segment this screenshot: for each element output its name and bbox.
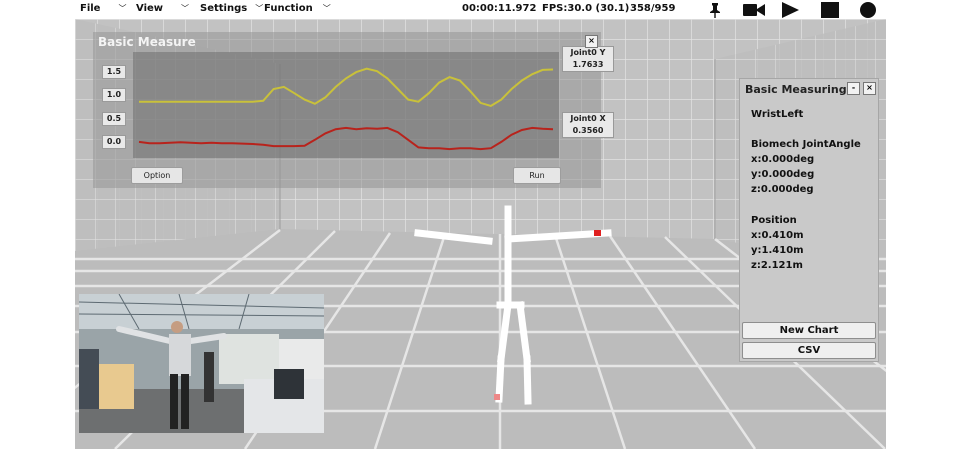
fps-readout: FPS:30.0 (30.1)	[542, 3, 630, 14]
close-icon[interactable]: ×	[863, 82, 876, 95]
frame-counter: 358/959	[630, 3, 676, 14]
series-value: 0.3560	[572, 126, 604, 135]
angle-header: Biomech JointAngle	[751, 139, 861, 150]
series-value: 1.7633	[572, 60, 604, 69]
stop-icon[interactable]	[820, 1, 840, 18]
chevron-down-icon: ﹀	[322, 4, 331, 13]
panel-title: Basic Measure	[98, 35, 196, 49]
angle-y: y:0.000deg	[751, 169, 815, 180]
menu-file[interactable]: File ﹀	[80, 3, 126, 14]
play-icon[interactable]	[780, 1, 800, 18]
position-y: y:1.410m	[751, 245, 804, 256]
series-label-joint0-y: Joint0 Y 1.7633	[562, 46, 614, 72]
angle-x: x:0.000deg	[751, 154, 815, 165]
series-name: Joint0 Y	[570, 48, 606, 57]
pin-icon[interactable]	[705, 1, 725, 18]
csv-button[interactable]: CSV	[742, 342, 876, 359]
menu-settings[interactable]: Settings ﹀	[200, 3, 263, 14]
camera-feed	[79, 294, 324, 433]
new-chart-button[interactable]: New Chart	[742, 322, 876, 339]
menu-function[interactable]: Function ﹀	[264, 3, 331, 14]
basic-measure-panel: Basic Measure 1.5 1.0 0.5 0.0 Joint0 Y 1…	[93, 32, 614, 188]
series-name: Joint0 X	[570, 114, 606, 123]
measuring-title: Basic Measuring	[745, 83, 847, 96]
video-camera-icon[interactable]	[742, 1, 766, 18]
close-icon[interactable]: ×	[585, 35, 598, 48]
menu-view[interactable]: View ﹀	[136, 3, 189, 14]
time-readout: 00:00:11.972	[462, 3, 537, 14]
series-label-joint0-x: Joint0 X 0.3560	[562, 112, 614, 138]
menu-function-label: Function	[264, 3, 313, 14]
chevron-down-icon: ﹀	[118, 4, 127, 13]
record-icon[interactable]	[858, 1, 878, 18]
menu-settings-label: Settings	[200, 3, 248, 14]
position-header: Position	[751, 215, 797, 226]
menu-view-label: View	[136, 3, 164, 14]
joint-name: WristLeft	[751, 109, 804, 120]
selected-joint-marker	[594, 230, 601, 236]
run-button[interactable]: Run	[513, 167, 561, 184]
position-z: z:2.121m	[751, 260, 803, 271]
y-tick-label: 1.5	[102, 65, 126, 79]
y-tick-label: 0.5	[102, 112, 126, 126]
chevron-down-icon: ﹀	[255, 4, 264, 13]
position-x: x:0.410m	[751, 230, 804, 241]
plot-area	[133, 52, 559, 158]
menu-bar: File ﹀ View ﹀ Settings ﹀ Function ﹀ 00:00:11…	[0, 0, 960, 19]
option-button[interactable]: Option	[131, 167, 183, 184]
minimize-icon[interactable]: -	[847, 82, 860, 95]
angle-z: z:0.000deg	[751, 184, 814, 195]
series-line-joint0-x	[138, 126, 554, 151]
menu-file-label: File	[80, 3, 101, 14]
y-tick-label: 0.0	[102, 135, 126, 149]
line-chart	[138, 67, 554, 151]
y-tick-label: 1.0	[102, 88, 126, 102]
chevron-down-icon: ﹀	[181, 4, 190, 13]
series-line-joint0-y	[139, 67, 554, 107]
basic-measuring-panel: Basic Measuring - × WristLeft Biomech Jo…	[739, 78, 879, 362]
